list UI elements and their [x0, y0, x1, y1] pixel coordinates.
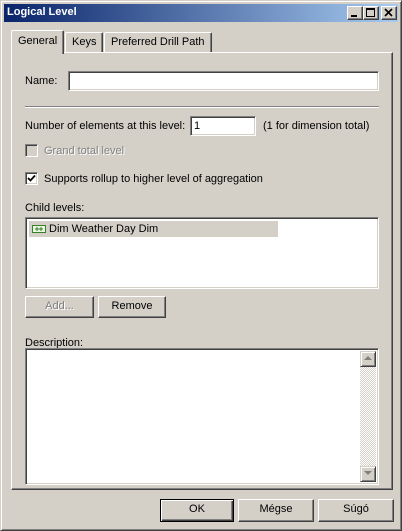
help-button[interactable]: Súgó: [318, 499, 394, 522]
help-button-label: Súgó: [343, 503, 369, 515]
tab-keys-label: Keys: [72, 36, 97, 48]
cancel-button[interactable]: Mégse: [238, 499, 314, 522]
tab-general[interactable]: General: [11, 30, 65, 54]
ok-button[interactable]: OK: [160, 499, 234, 522]
minimize-icon: [351, 15, 357, 17]
maximize-button[interactable]: [363, 6, 379, 20]
tab-preferred-drill-path[interactable]: Preferred Drill Path: [104, 32, 212, 52]
ok-button-label: OK: [189, 503, 205, 515]
cancel-button-label: Mégse: [259, 503, 293, 515]
tab-preferred-drill-path-label: Preferred Drill Path: [111, 36, 205, 48]
tab-general-label: General: [18, 35, 58, 47]
window-title: Logical Level: [7, 6, 77, 18]
maximize-icon: [366, 8, 375, 17]
title-bar[interactable]: Logical Level: [4, 4, 398, 22]
close-button[interactable]: [381, 6, 397, 20]
logical-level-dialog: Logical Level General Keys Preferred Dri…: [0, 0, 402, 531]
close-icon: [384, 8, 393, 17]
general-tab-panel: [11, 52, 393, 490]
tab-keys[interactable]: Keys: [65, 32, 104, 52]
minimize-button[interactable]: [347, 6, 363, 20]
